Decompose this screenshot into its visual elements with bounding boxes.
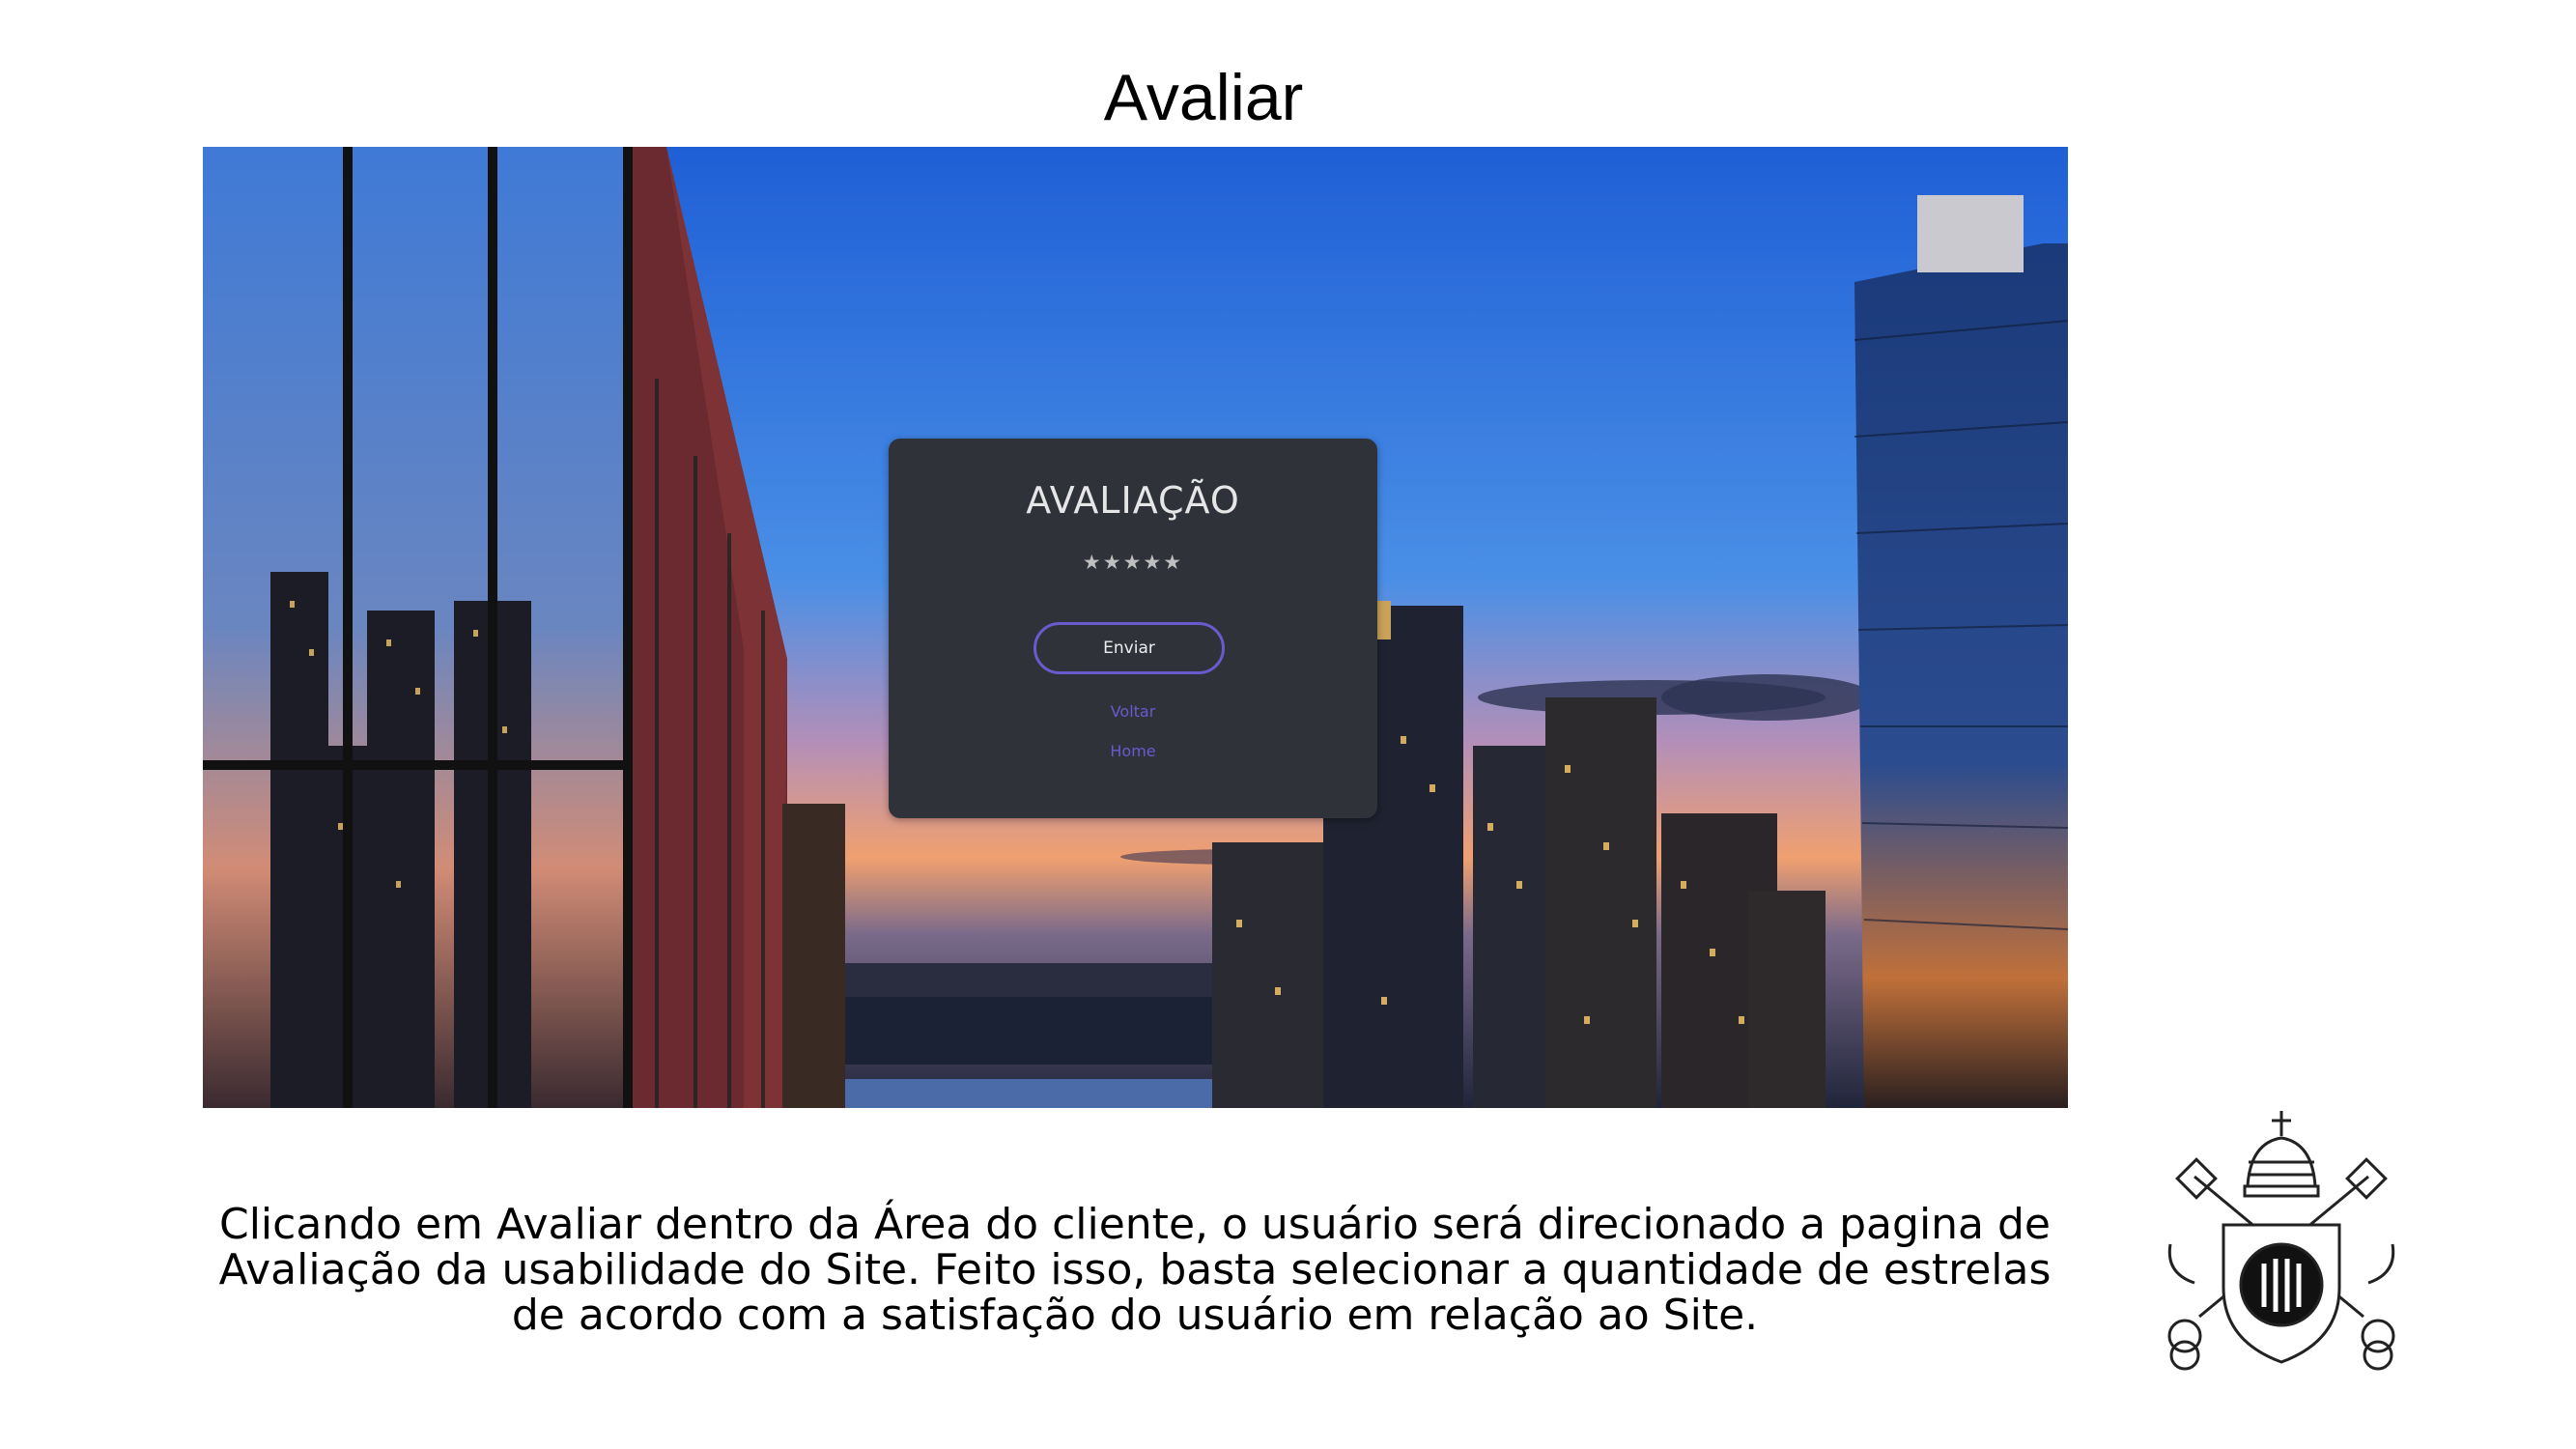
submit-button[interactable]: Enviar — [1033, 622, 1225, 674]
back-link[interactable]: Voltar — [889, 702, 1377, 721]
app-screenshot: AVALIAÇÃO ★★★★★ Enviar Voltar Home — [203, 147, 2068, 1108]
home-link[interactable]: Home — [889, 742, 1377, 760]
rating-title: AVALIAÇÃO — [1026, 479, 1240, 522]
university-crest-icon — [2167, 1111, 2395, 1371]
rating-card: AVALIAÇÃO ★★★★★ Enviar Voltar Home — [889, 439, 1377, 818]
star-rating[interactable]: ★★★★★ — [889, 551, 1377, 574]
slide-title: Avaliar — [1103, 61, 1304, 134]
slide-caption: Clicando em Avaliar dentro da Área do cl… — [218, 1200, 2052, 1340]
